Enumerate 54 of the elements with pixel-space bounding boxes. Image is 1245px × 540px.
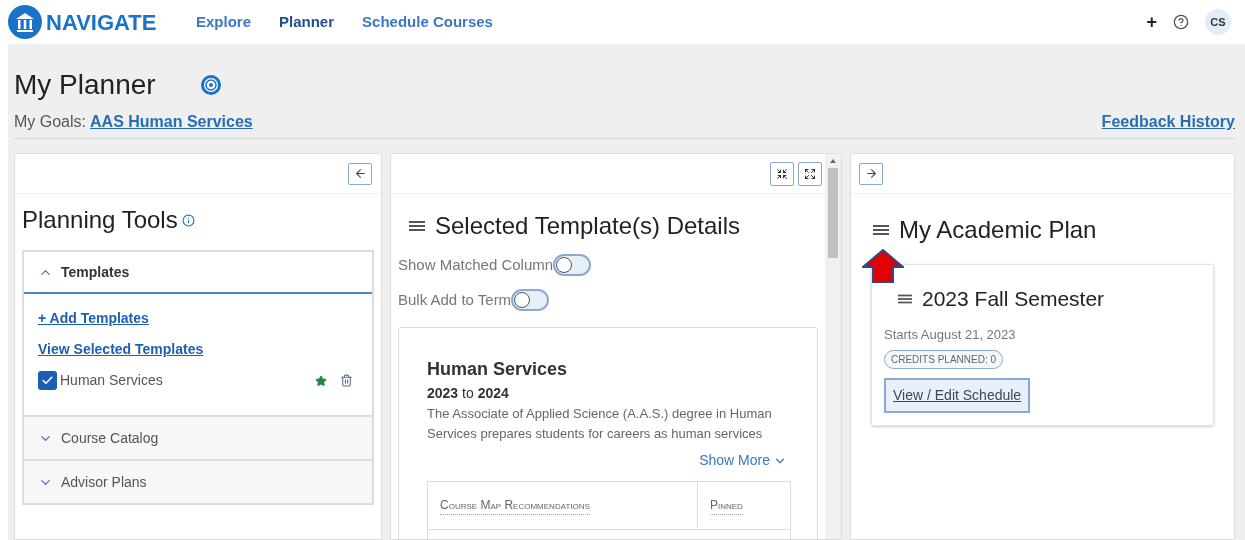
panel-title: Selected Template(s) Details <box>435 211 741 241</box>
credits-badge: CREDITS PLANNED: 0 <box>884 350 1004 369</box>
logo-icon <box>8 5 42 39</box>
check-icon <box>41 374 54 387</box>
nav-link[interactable]: Explore <box>196 10 252 34</box>
feedback-history-link[interactable]: Feedback History <box>1101 110 1235 134</box>
shrink-button[interactable] <box>770 161 794 186</box>
info-icon[interactable] <box>181 213 195 227</box>
template-link[interactable]: + Add Templates <box>38 308 149 329</box>
column-header[interactable]: Pinned <box>710 496 743 515</box>
template-title: Human Services <box>427 358 569 381</box>
nav-link[interactable]: Planner <box>279 10 335 34</box>
menu-icon[interactable] <box>898 292 912 305</box>
template-description: The Associate of Applied Science (A.A.S.) degree in Human Services prepares students for careers as human services <box>427 405 773 443</box>
checkbox[interactable] <box>38 371 57 390</box>
user-avatar[interactable]: CS <box>1205 9 1231 35</box>
toggle-switch[interactable] <box>511 288 550 311</box>
goals-label: My Goals: <box>14 112 86 132</box>
trash-icon[interactable] <box>340 374 353 387</box>
panel-title: My Academic Plan <box>899 215 1097 245</box>
scrollbar-thumb[interactable] <box>828 168 838 258</box>
scrollbar[interactable] <box>825 154 841 539</box>
expand-button[interactable] <box>798 161 822 186</box>
toggle-label: Show Matched Column <box>398 255 554 275</box>
template-name: Human Services <box>60 371 163 390</box>
help-icon[interactable] <box>1173 14 1189 30</box>
star-icon[interactable] <box>315 374 327 387</box>
accordion-header[interactable]: Course Catalog <box>24 417 372 459</box>
collapse-button[interactable] <box>348 162 372 185</box>
arrow-left-icon <box>353 167 367 180</box>
goal-link[interactable]: AAS Human Services <box>90 110 253 134</box>
toggle-label: Bulk Add to Term <box>398 289 512 310</box>
menu-icon[interactable] <box>873 224 889 236</box>
view-edit-schedule-button[interactable]: View / Edit Schedule <box>884 378 1031 413</box>
term-title: 2023 Fall Semester <box>922 286 1105 312</box>
annotation-arrow <box>862 249 904 283</box>
template-link[interactable]: View Selected Templates <box>38 339 204 360</box>
expand-panel-button[interactable] <box>859 162 883 185</box>
target-icon[interactable] <box>199 74 222 96</box>
accordion-header[interactable]: Advisor Plans <box>24 461 372 503</box>
shrink-icon <box>776 167 788 180</box>
toggle-switch[interactable] <box>553 254 592 277</box>
nav-link[interactable]: Schedule Courses <box>362 10 493 34</box>
column-header[interactable]: Course Map Recommendations <box>440 496 590 515</box>
template-years: 2023 to 2024 <box>427 384 510 403</box>
expand-icon <box>804 167 816 180</box>
brand-name: NAVIGATE <box>46 8 157 37</box>
panel-title: Planning Tools <box>22 205 178 235</box>
menu-icon[interactable] <box>409 220 425 232</box>
page-title: My Planner <box>14 68 156 102</box>
show-more-button[interactable]: Show More <box>699 450 787 471</box>
add-button[interactable]: + <box>1146 8 1157 36</box>
arrow-right-icon <box>864 167 878 180</box>
term-start-date: Starts August 21, 2023 <box>884 325 1017 344</box>
